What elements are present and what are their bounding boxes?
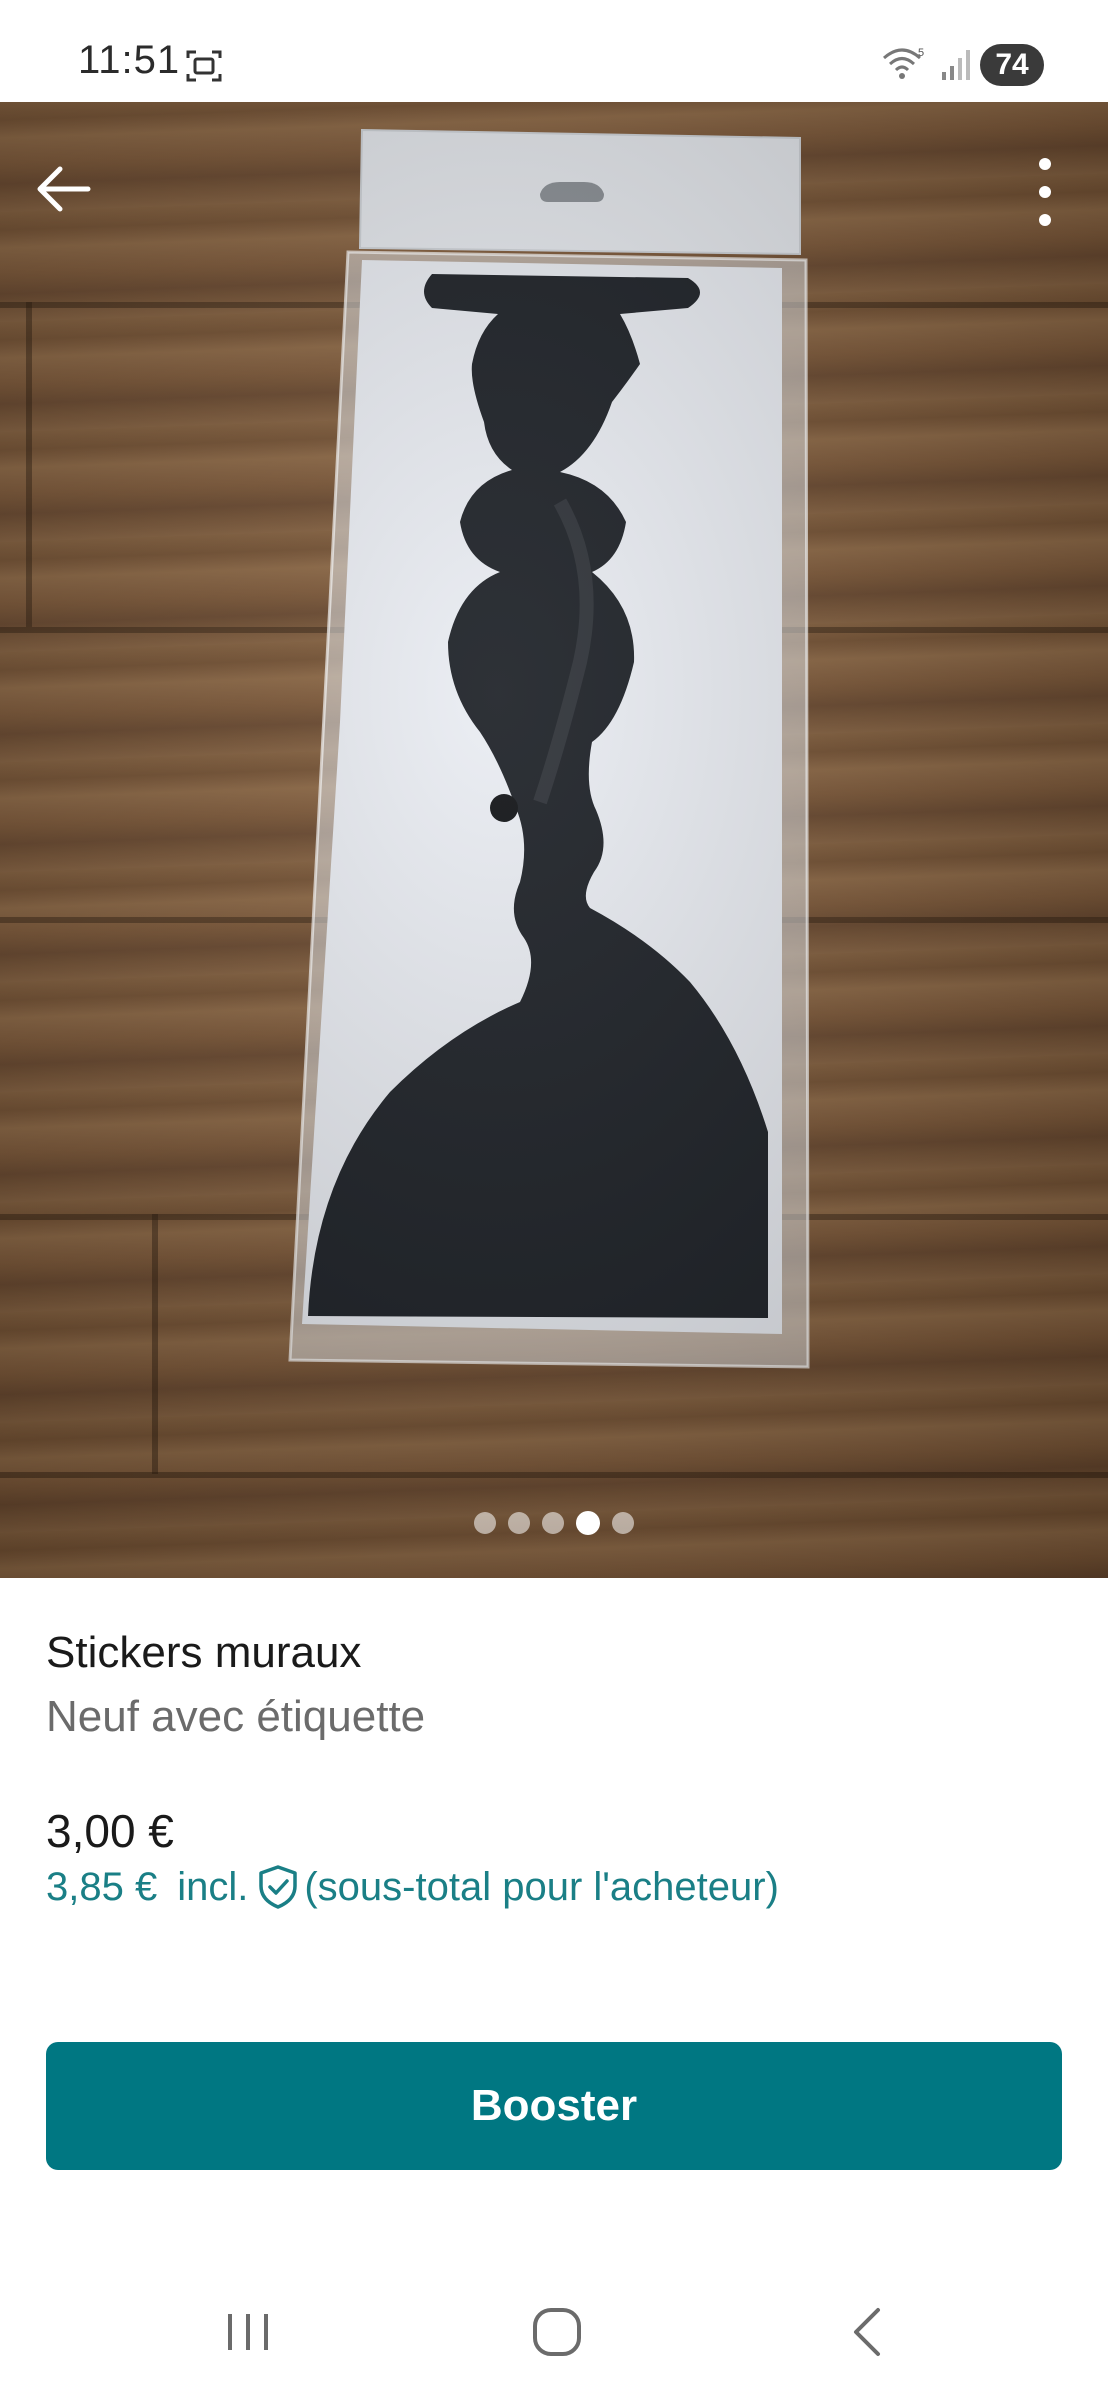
shield-check-icon [259, 1865, 298, 1909]
buyer-price-row[interactable]: 3,85 € incl. (sous-total pour l'acheteur… [46, 1864, 779, 1910]
nav-back-icon[interactable] [846, 2304, 890, 2360]
status-time: 11:51 [78, 38, 181, 82]
buyer-price-note: (sous-total pour l'acheteur) [304, 1864, 779, 1909]
item-title: Stickers muraux [46, 1628, 362, 1677]
status-bar: 11:51 5 74 [0, 0, 1108, 102]
carousel-indicator [0, 1508, 1108, 1538]
battery-indicator: 74 [980, 44, 1044, 86]
carousel-dot[interactable] [474, 1512, 496, 1534]
buyer-price-incl: incl. [177, 1864, 249, 1909]
photo-vignette [0, 102, 1108, 1578]
carousel-dot[interactable] [612, 1512, 634, 1534]
system-nav-bar [0, 2260, 1108, 2400]
svg-text:5: 5 [918, 47, 924, 59]
carousel-dot[interactable] [508, 1512, 530, 1534]
carousel-dot-active[interactable] [576, 1511, 600, 1535]
item-photo-gallery[interactable] [0, 102, 1108, 1578]
wifi-icon: 5 [883, 47, 924, 79]
boost-button[interactable]: Booster [46, 2042, 1062, 2170]
more-vertical-icon[interactable] [1020, 152, 1070, 232]
back-arrow-icon[interactable] [30, 154, 100, 224]
boost-button-label: Booster [470, 2081, 638, 2130]
buyer-price: 3,85 € [46, 1864, 158, 1909]
screenshot-icon [186, 50, 222, 82]
recent-apps-icon[interactable] [222, 2308, 274, 2356]
carousel-dot[interactable] [542, 1512, 564, 1534]
home-icon[interactable] [530, 2304, 584, 2360]
signal-icon [942, 50, 970, 80]
item-price: 3,00 € [46, 1805, 174, 1857]
item-condition: Neuf avec étiquette [46, 1692, 426, 1741]
